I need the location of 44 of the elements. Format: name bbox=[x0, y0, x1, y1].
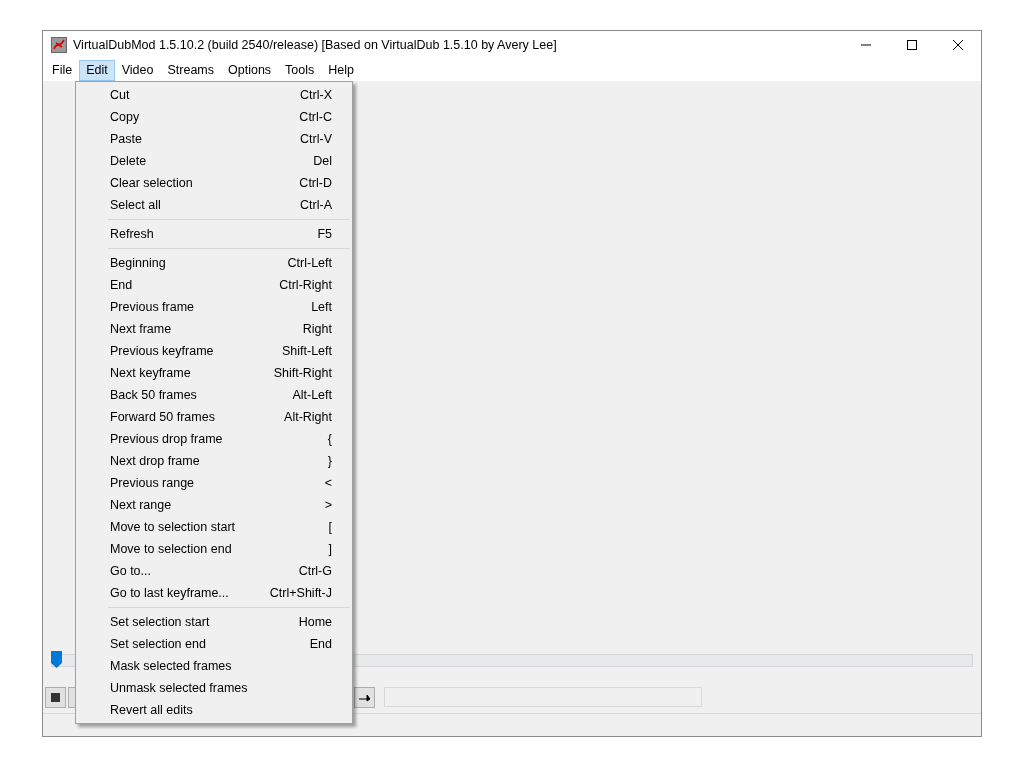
menu-item[interactable]: Tools bbox=[278, 59, 322, 81]
menu-item[interactable]: Edit bbox=[79, 59, 115, 81]
maximize-icon bbox=[907, 40, 917, 50]
menu-entry[interactable]: End Ctrl-Right bbox=[76, 274, 352, 296]
menu-item[interactable]: Help bbox=[321, 59, 361, 81]
menu-item[interactable]: Options bbox=[221, 59, 279, 81]
menu-item[interactable]: Streams bbox=[160, 59, 221, 81]
menu-item[interactable]: File bbox=[45, 59, 80, 81]
menu-entry[interactable]: Refresh F5 bbox=[76, 223, 352, 245]
close-icon bbox=[953, 40, 963, 50]
square-icon bbox=[51, 692, 60, 702]
menu-entry[interactable]: Previous frame Left bbox=[76, 296, 352, 318]
arrow-icon bbox=[359, 692, 370, 702]
menu-entry[interactable]: Next drop frame } bbox=[76, 450, 352, 472]
toolbar-button[interactable] bbox=[354, 686, 375, 708]
menu-entry[interactable]: Clear selection Ctrl-D bbox=[76, 172, 352, 194]
menu-entry[interactable]: Cut Ctrl-X bbox=[76, 84, 352, 106]
menu-entry[interactable]: Previous range < bbox=[76, 472, 352, 494]
menu-entry[interactable]: Unmask selected frames bbox=[76, 677, 352, 699]
menu-entry[interactable]: Go to last keyframe... Ctrl+Shift-J bbox=[76, 582, 352, 604]
menu-entry[interactable]: Move to selection end ] bbox=[76, 538, 352, 560]
menu-entry[interactable]: Move to selection start [ bbox=[76, 516, 352, 538]
menu-entry[interactable]: Beginning Ctrl-Left bbox=[76, 252, 352, 274]
window-title: VirtualDubMod 1.5.10.2 (build 2540/release) [Based on VirtualDub 1.5.10 by Avery Lee] bbox=[73, 38, 557, 52]
menu-entry[interactable]: Revert all edits bbox=[76, 699, 352, 721]
menu-entry[interactable]: Forward 50 frames Alt-Right bbox=[76, 406, 352, 428]
menu-entry[interactable]: Previous keyframe Shift-Left bbox=[76, 340, 352, 362]
menu-entry[interactable]: Paste Ctrl-V bbox=[76, 128, 352, 150]
menu-entry[interactable]: Previous drop frame { bbox=[76, 428, 352, 450]
menu-entry[interactable]: Mask selected frames bbox=[76, 655, 352, 677]
menu-entry[interactable]: Set selection end End bbox=[76, 633, 352, 655]
stop-button[interactable] bbox=[45, 686, 66, 708]
menu-entry[interactable]: Next frame Right bbox=[76, 318, 352, 340]
menu-item[interactable]: Video bbox=[114, 59, 161, 81]
menu-entry[interactable]: Delete Del bbox=[76, 150, 352, 172]
menu-entry[interactable]: Next range > bbox=[76, 494, 352, 516]
slider-thumb[interactable] bbox=[51, 651, 62, 669]
menu-entry[interactable]: Set selection start Home bbox=[76, 611, 352, 633]
app-icon bbox=[51, 37, 67, 53]
menu-entry[interactable]: Next keyframe Shift-Right bbox=[76, 362, 352, 384]
menu-entry[interactable]: Go to... Ctrl-G bbox=[76, 560, 352, 582]
menu-entry[interactable]: Select all Ctrl-A bbox=[76, 194, 352, 216]
menu-entry[interactable]: Back 50 frames Alt-Left bbox=[76, 384, 352, 406]
menu-entry[interactable]: Copy Ctrl-C bbox=[76, 106, 352, 128]
